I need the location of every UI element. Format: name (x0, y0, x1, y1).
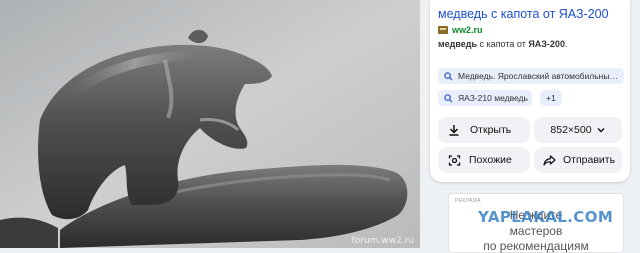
similar-button[interactable]: Похожие (438, 147, 530, 173)
result-panel: медведь с капота от ЯАЗ-200 ww2.ru медве… (430, 0, 630, 182)
bear-figurine-photo (0, 0, 420, 248)
tag-chip[interactable]: Медведь. Ярославский автомобильны… (438, 68, 624, 84)
size-select[interactable]: 852×500 (534, 117, 622, 143)
description-highlight: медведь (438, 39, 478, 49)
tag-chip[interactable]: ЯАЗ-210 медведь (438, 90, 532, 106)
site-favicon-icon (438, 25, 448, 35)
source-site[interactable]: ww2.ru (438, 25, 483, 35)
size-select-label: 852×500 (550, 124, 592, 136)
result-description: медведь с капота от ЯАЗ-200. (438, 39, 567, 49)
chevron-down-icon (597, 128, 605, 133)
more-tags-chip[interactable]: +1 (540, 90, 562, 106)
tag-chip-label: Медведь. Ярославский автомобильны… (458, 71, 618, 81)
image-watermark: forum.ww2.ru (351, 236, 414, 246)
send-button-label: Отправить (563, 154, 616, 166)
download-icon (449, 125, 459, 136)
preview-image[interactable]: forum.ww2.ru (0, 0, 420, 248)
description-end: . (564, 39, 568, 49)
open-button[interactable]: Открыть (438, 117, 530, 143)
description-text: с капота от (477, 39, 529, 49)
ad-text-line: мастеров (509, 224, 563, 238)
search-icon (444, 93, 453, 103)
open-button-label: Открыть (470, 124, 512, 136)
site-watermark-overlay: YAPLAKAL.COM (478, 208, 614, 226)
share-icon (543, 154, 556, 166)
send-button[interactable]: Отправить (534, 147, 622, 173)
site-name: ww2.ru (452, 25, 483, 35)
similar-button-label: Похожие (469, 154, 512, 166)
camera-search-icon (448, 154, 461, 166)
tag-chip-label: ЯАЗ-210 медведь (458, 93, 528, 103)
description-highlight-2: ЯАЗ-200 (528, 39, 565, 49)
more-tags-label: +1 (546, 93, 556, 103)
search-icon (444, 71, 453, 81)
ad-text-line: по рекомендациям (483, 239, 589, 253)
ad-label: РЕКЛАМА (455, 198, 481, 204)
result-title[interactable]: медведь с капота от ЯАЗ-200 (438, 7, 609, 21)
